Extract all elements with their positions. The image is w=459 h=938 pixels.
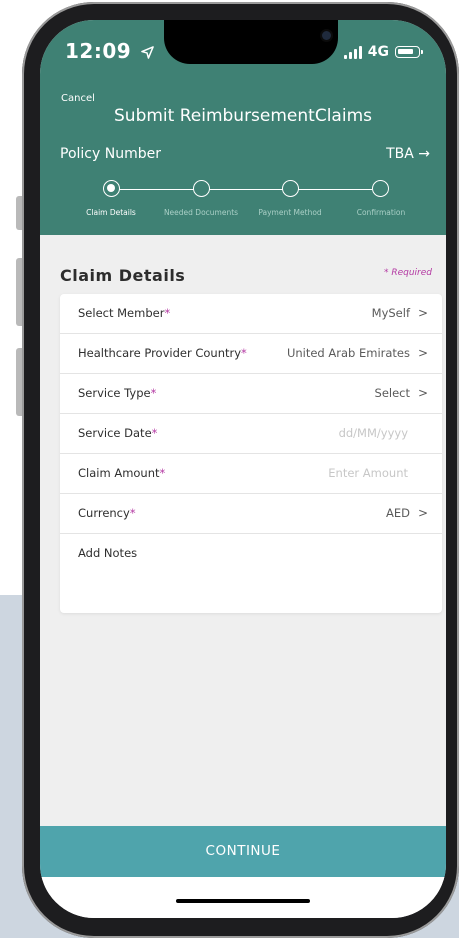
- device-notch: [164, 20, 338, 64]
- step-3-indicator[interactable]: [282, 180, 299, 197]
- step-3-label: Payment Method: [258, 208, 322, 217]
- page-title: Submit ReimbursementClaims: [114, 106, 372, 126]
- add-notes-row[interactable]: Add Notes: [60, 534, 442, 613]
- chevron-right-icon: >: [417, 346, 428, 360]
- home-indicator[interactable]: [176, 899, 310, 903]
- required-note: * Required: [383, 268, 432, 278]
- chevron-right-icon: >: [417, 506, 428, 520]
- service-date-label: Service Date*: [78, 426, 158, 440]
- claim-form-card: Select Member* MySelf > Healthcare Provi…: [60, 294, 442, 613]
- policy-number-text: TBA: [386, 146, 414, 162]
- step-2-indicator[interactable]: [193, 180, 210, 197]
- service-type-row[interactable]: Service Type* Select >: [60, 374, 442, 414]
- section-title: Claim Details: [60, 266, 186, 285]
- provider-country-row[interactable]: Healthcare Provider Country* United Arab…: [60, 334, 442, 374]
- claim-amount-row[interactable]: Claim Amount* Enter Amount: [60, 454, 442, 494]
- progress-stepper: Claim Details Needed Documents Payment M…: [40, 180, 446, 228]
- location-arrow-icon: [140, 46, 154, 59]
- service-date-row[interactable]: Service Date* dd/MM/yyyy: [60, 414, 442, 454]
- continue-button[interactable]: CONTINUE: [40, 826, 446, 877]
- provider-country-value: United Arab Emirates: [286, 346, 410, 360]
- step-1-label: Claim Details: [86, 208, 136, 217]
- service-type-value: Select: [374, 386, 410, 400]
- claim-amount-input[interactable]: Enter Amount: [328, 466, 408, 480]
- status-indicators: 4G: [343, 44, 423, 60]
- home-indicator-area: [40, 877, 446, 918]
- cancel-button[interactable]: Cancel: [61, 93, 95, 104]
- service-type-label: Service Type*: [78, 386, 157, 400]
- select-member-label: Select Member*: [78, 306, 171, 320]
- currency-label: Currency*: [78, 506, 136, 520]
- network-type: 4G: [367, 44, 389, 60]
- step-4-indicator[interactable]: [372, 180, 389, 197]
- service-date-input[interactable]: dd/MM/yyyy: [339, 426, 408, 440]
- camera-icon: [322, 31, 331, 40]
- status-time: 12:09: [65, 39, 154, 63]
- step-4-label: Confirmation: [356, 208, 406, 217]
- select-member-row[interactable]: Select Member* MySelf >: [60, 294, 442, 334]
- select-member-value: MySelf: [371, 306, 410, 320]
- signal-icon: [343, 45, 362, 59]
- currency-value: AED: [386, 506, 410, 520]
- stepper-line: [112, 189, 372, 190]
- provider-country-label: Healthcare Provider Country*: [78, 346, 247, 360]
- add-notes-label: Add Notes: [78, 546, 138, 560]
- currency-row[interactable]: Currency* AED >: [60, 494, 442, 534]
- claim-amount-label: Claim Amount*: [78, 466, 166, 480]
- app-screen: 12:09 4G Cancel Submit ReimbursementClai…: [40, 20, 446, 918]
- policy-number-label: Policy Number: [60, 146, 161, 162]
- chevron-right-icon: >: [417, 386, 428, 400]
- arrow-right-icon: →: [418, 146, 430, 162]
- chevron-right-icon: >: [417, 306, 428, 320]
- step-2-label: Needed Documents: [163, 208, 239, 217]
- policy-number-value[interactable]: TBA →: [386, 146, 430, 162]
- battery-icon: [395, 46, 423, 58]
- step-1-indicator[interactable]: [103, 180, 120, 197]
